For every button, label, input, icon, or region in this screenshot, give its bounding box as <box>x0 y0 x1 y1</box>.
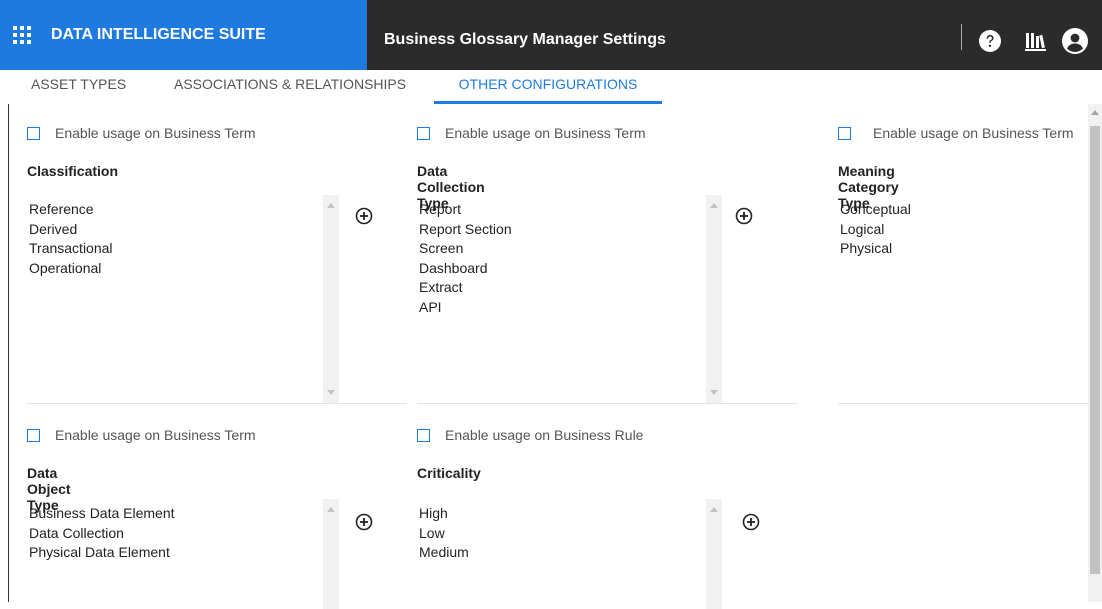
data-collection-type-enable-label: Enable usage on Business Term <box>445 125 646 141</box>
scroll-up-arrow-icon[interactable] <box>1091 110 1099 115</box>
list-item[interactable]: Logical <box>840 220 911 240</box>
classification-add-icon[interactable] <box>355 207 373 225</box>
scroll-up-arrow-icon[interactable] <box>710 203 718 208</box>
data-object-type-add-icon[interactable] <box>355 513 373 531</box>
scroll-down-arrow-icon[interactable] <box>327 390 335 395</box>
toolbar-divider <box>961 24 962 50</box>
page-scrollbar[interactable] <box>1088 104 1102 602</box>
classification-listbox[interactable]: Reference Derived Transactional Operatio… <box>27 195 339 403</box>
list-item[interactable]: Conceptual <box>840 200 911 220</box>
data-collection-type-listbox[interactable]: Report Report Section Screen Dashboard E… <box>417 195 722 403</box>
brand-block[interactable]: DATA INTELLIGENCE SUITE <box>0 0 367 70</box>
apps-grid-icon[interactable] <box>13 26 31 44</box>
data-object-type-enable-checkbox[interactable] <box>27 428 40 442</box>
list-item[interactable]: Derived <box>29 220 113 240</box>
library-icon[interactable] <box>1025 30 1047 52</box>
classification-enable-checkbox[interactable] <box>27 126 40 140</box>
criticality-title: Criticality <box>417 465 481 481</box>
list-item[interactable]: Medium <box>419 543 469 563</box>
content-left-border <box>8 104 9 602</box>
criticality-enable-label: Enable usage on Business Rule <box>445 427 644 443</box>
scroll-down-arrow-icon[interactable] <box>710 390 718 395</box>
meaning-category-type-listbox[interactable]: Conceptual Logical Physical <box>838 195 1083 403</box>
tab-asset-types[interactable]: ASSET TYPES <box>31 70 126 104</box>
data-object-type-scrollbar[interactable] <box>323 499 339 609</box>
list-item[interactable]: Extract <box>419 278 512 298</box>
help-icon[interactable] <box>979 30 1001 52</box>
list-item[interactable]: API <box>419 298 512 318</box>
panel-divider <box>838 403 1088 404</box>
settings-tabs: ASSET TYPES ASSOCIATIONS & RELATIONSHIPS… <box>0 70 1102 104</box>
panel-divider <box>27 403 407 404</box>
criticality-listbox[interactable]: High Low Medium <box>417 499 722 609</box>
list-item[interactable]: Business Data Element <box>29 504 175 524</box>
data-collection-type-add-icon[interactable] <box>735 207 753 225</box>
list-item[interactable]: Physical <box>840 239 911 259</box>
tab-other-configurations[interactable]: OTHER CONFIGURATIONS <box>434 70 662 104</box>
list-item[interactable]: Transactional <box>29 239 113 259</box>
list-item[interactable]: Reference <box>29 200 113 220</box>
list-item[interactable]: Screen <box>419 239 512 259</box>
scroll-up-arrow-icon[interactable] <box>710 507 718 512</box>
meaning-category-type-enable-row[interactable]: Enable usage on Business Term <box>838 125 1074 141</box>
criticality-add-icon[interactable] <box>742 513 760 531</box>
criticality-scrollbar[interactable] <box>706 499 722 609</box>
data-object-type-enable-row[interactable]: Enable usage on Business Term <box>27 427 256 443</box>
list-item[interactable]: Report Section <box>419 220 512 240</box>
scroll-up-arrow-icon[interactable] <box>327 507 335 512</box>
scroll-up-arrow-icon[interactable] <box>327 203 335 208</box>
user-account-icon[interactable] <box>1062 28 1088 54</box>
page-scrollbar-thumb[interactable] <box>1090 126 1100 574</box>
panel-divider <box>417 403 797 404</box>
list-item[interactable]: High <box>419 504 469 524</box>
data-object-type-listbox[interactable]: Business Data Element Data Collection Ph… <box>27 499 339 609</box>
data-collection-type-enable-checkbox[interactable] <box>417 126 430 140</box>
page-title: Business Glossary Manager Settings <box>384 31 666 48</box>
list-item[interactable]: Dashboard <box>419 259 512 279</box>
list-item[interactable]: Physical Data Element <box>29 543 175 563</box>
list-item[interactable]: Report <box>419 200 512 220</box>
meaning-category-type-enable-checkbox[interactable] <box>838 126 851 140</box>
list-item[interactable]: Operational <box>29 259 113 279</box>
list-item[interactable]: Data Collection <box>29 524 175 544</box>
brand-name: DATA INTELLIGENCE SUITE <box>51 26 266 43</box>
data-collection-type-enable-row[interactable]: Enable usage on Business Term <box>417 125 646 141</box>
data-object-type-enable-label: Enable usage on Business Term <box>55 427 256 443</box>
classification-title: Classification <box>27 163 119 179</box>
classification-enable-row[interactable]: Enable usage on Business Term <box>27 125 256 141</box>
tab-associations-relationships[interactable]: ASSOCIATIONS & RELATIONSHIPS <box>174 70 406 104</box>
top-bar: DATA INTELLIGENCE SUITE Business Glossar… <box>0 0 1102 70</box>
list-item[interactable]: Low <box>419 524 469 544</box>
data-collection-type-scrollbar[interactable] <box>706 195 722 403</box>
criticality-enable-checkbox[interactable] <box>417 428 430 442</box>
classification-enable-label: Enable usage on Business Term <box>55 125 256 141</box>
meaning-category-type-enable-label: Enable usage on Business Term <box>873 125 1074 141</box>
classification-scrollbar[interactable] <box>323 195 339 403</box>
criticality-enable-row[interactable]: Enable usage on Business Rule <box>417 427 643 443</box>
